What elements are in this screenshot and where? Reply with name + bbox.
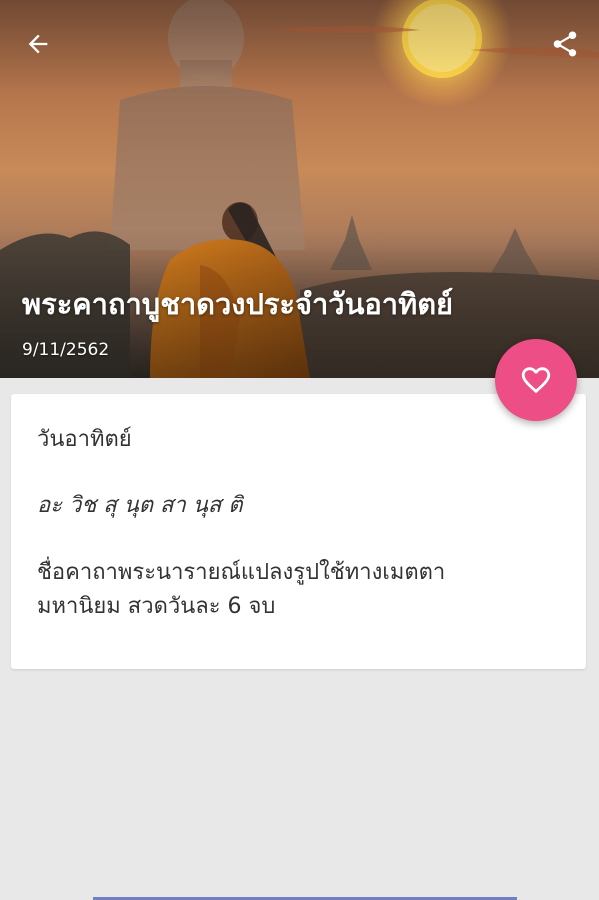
heart-outline-icon xyxy=(521,367,551,394)
page-title: พระคาถาบูชาดวงประจำวันอาทิตย์ xyxy=(22,287,454,321)
share-icon xyxy=(553,31,577,57)
description-text: ชื่อคาถาพระนารายณ์แปลงรูปใช้ทางเมตตา มหา… xyxy=(37,556,577,624)
day-label: วันอาทิตย์ xyxy=(37,427,132,452)
content-card: วันอาทิตย์ อะ วิช สุ นุต สา นุส ติ ชื่อค… xyxy=(11,394,586,669)
share-button[interactable] xyxy=(543,22,587,66)
description-line-2: มหานิยม สวดวันละ 6 จบ xyxy=(37,594,276,619)
mantra-text: อะ วิช สุ นุต สา นุส ติ xyxy=(37,493,243,518)
post-date: 9/11/2562 xyxy=(22,340,110,360)
favorite-button[interactable] xyxy=(495,339,577,421)
description-line-1: ชื่อคาถาพระนารายณ์แปลงรูปใช้ทางเมตตา xyxy=(37,560,446,585)
arrow-left-icon xyxy=(28,34,48,54)
back-button[interactable] xyxy=(16,22,60,66)
hero-image: พระคาถาบูชาดวงประจำวันอาทิตย์ 9/11/2562 xyxy=(0,0,599,378)
